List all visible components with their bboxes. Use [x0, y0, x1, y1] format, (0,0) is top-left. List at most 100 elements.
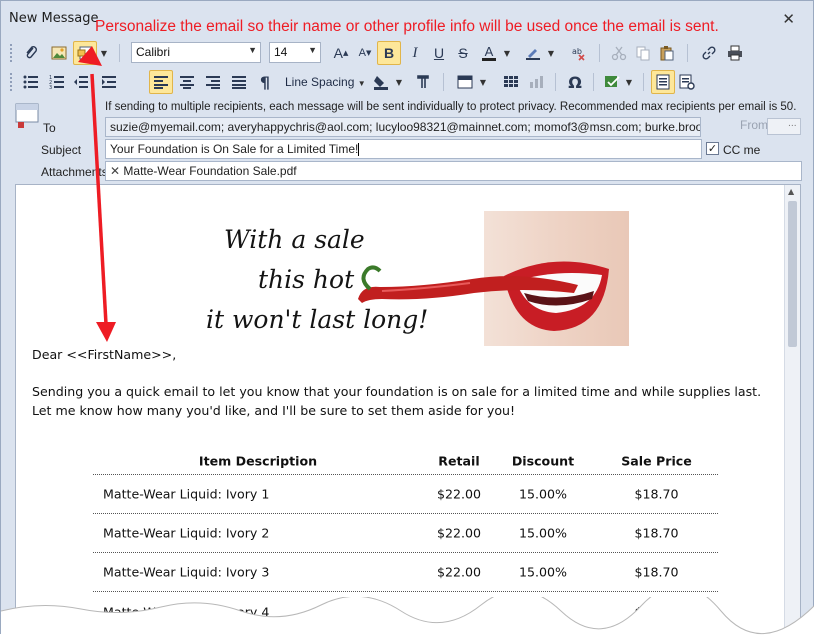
- toolbar-grip: [9, 72, 13, 92]
- table-header-row: Item Description Retail Discount Sale Pr…: [93, 447, 718, 475]
- cc-me-checkbox[interactable]: ✓: [706, 142, 719, 155]
- scroll-up-arrow-icon[interactable]: ▲: [788, 187, 794, 196]
- indent-icon[interactable]: [97, 70, 121, 94]
- sale-price: $18.70: [634, 564, 679, 580]
- banner-line-3: it won't last long!: [206, 305, 429, 334]
- chevron-down-icon[interactable]: ▼: [477, 70, 489, 94]
- page-view-icon[interactable]: [651, 70, 675, 94]
- table-row: Matte-Wear Liquid: Ivory 1 $22.00 15.00%…: [93, 475, 718, 514]
- remove-attachment-icon[interactable]: ✕: [110, 164, 120, 178]
- table-row: Matte-Wear Liquid: Ivory 2 $22.00 15.00%…: [93, 514, 718, 553]
- highlight-icon[interactable]: [521, 41, 545, 65]
- svg-text:3: 3: [49, 85, 52, 89]
- toolbar-separator: [443, 73, 444, 91]
- toolbar-separator: [687, 44, 688, 62]
- chevron-down-icon[interactable]: ▼: [393, 70, 405, 94]
- shading-icon[interactable]: [369, 70, 393, 94]
- link-icon[interactable]: [697, 41, 721, 65]
- discount: 15.00%: [518, 564, 568, 580]
- formatting-toolbar-top: ▼ Calibri ▼ 14 ▼ A ▲ A ▼ B I U S A ▼ ▼ ab: [7, 40, 807, 66]
- sale-banner-image: With a sale this hot it won't last long!: [194, 211, 629, 346]
- bullets-icon[interactable]: [19, 70, 43, 94]
- show-formatting-icon[interactable]: [411, 70, 435, 94]
- vertical-scrollbar[interactable]: ▲: [784, 185, 800, 634]
- body-paragraph: Sending you a quick email to let you kno…: [32, 384, 762, 418]
- justify-icon[interactable]: [227, 70, 251, 94]
- banner-line-2: this hot: [258, 265, 355, 294]
- align-right-icon[interactable]: [201, 70, 225, 94]
- toolbar-separator: [555, 73, 556, 91]
- cut-icon[interactable]: [607, 41, 631, 65]
- toolbar-separator: [119, 44, 120, 62]
- numbering-icon[interactable]: 123: [45, 70, 69, 94]
- chevron-down-icon: ▼: [308, 45, 317, 55]
- retail-price: $22.00: [436, 486, 482, 502]
- recipients-book-icon[interactable]: [15, 103, 40, 130]
- attachment-name[interactable]: Matte-Wear Foundation Sale.pdf: [123, 164, 296, 178]
- print-icon[interactable]: [723, 41, 747, 65]
- outdent-icon[interactable]: [69, 70, 93, 94]
- preview-icon[interactable]: [675, 70, 699, 94]
- cc-me-label: CC me: [723, 143, 761, 157]
- attachments-field: ✕ Matte-Wear Foundation Sale.pdf: [105, 161, 802, 181]
- spellcheck-icon[interactable]: [601, 70, 625, 94]
- chili-pepper-image: [358, 265, 578, 303]
- table-row: Matte-Wear Liquid: Ivory 3 $22.00 15.00%…: [93, 553, 718, 592]
- borders-icon[interactable]: [453, 70, 477, 94]
- column-header: Discount: [511, 453, 575, 468]
- scroll-thumb[interactable]: [788, 201, 797, 347]
- item-description: Matte-Wear Liquid: Ivory 1: [103, 486, 270, 502]
- clear-format-icon[interactable]: ab: [567, 41, 591, 65]
- table-icon[interactable]: [499, 70, 523, 94]
- align-center-icon[interactable]: [175, 70, 199, 94]
- sale-price: $18.70: [634, 486, 679, 502]
- banner-line-1: With a sale: [224, 225, 365, 254]
- to-field[interactable]: suzie@myemail.com; averyhappychris@aol.c…: [105, 117, 701, 137]
- insert-field-icon[interactable]: [73, 41, 97, 65]
- paragraph-marks-icon[interactable]: ¶: [253, 70, 277, 94]
- bold-button[interactable]: B: [377, 41, 401, 65]
- line-spacing-button[interactable]: Line Spacing ▼: [285, 75, 366, 89]
- copy-icon[interactable]: [631, 41, 655, 65]
- font-name-select[interactable]: Calibri ▼: [131, 42, 261, 63]
- svg-text:ab: ab: [572, 47, 582, 56]
- font-size-select[interactable]: 14 ▼: [269, 42, 321, 63]
- from-select[interactable]: ...: [767, 118, 801, 135]
- chart-icon[interactable]: [525, 70, 549, 94]
- retail-price: $22.00: [436, 525, 482, 541]
- underline-button[interactable]: U: [427, 41, 451, 65]
- item-description: Matte-Wear Liquid: Ivory 3: [103, 564, 270, 580]
- insert-image-icon[interactable]: [47, 41, 71, 65]
- chevron-down-icon[interactable]: ▼: [97, 41, 111, 65]
- close-icon[interactable]: ✕: [782, 10, 795, 28]
- grow-font-icon[interactable]: A ▲: [329, 41, 353, 65]
- subject-value: Your Foundation is On Sale for a Limited…: [110, 142, 359, 156]
- paste-icon[interactable]: [655, 41, 679, 65]
- symbol-icon[interactable]: Ω: [563, 70, 587, 94]
- toolbar-separator: [599, 44, 600, 62]
- chevron-down-icon[interactable]: ▼: [545, 41, 557, 65]
- item-description: Matte-Wear Liquid: Ivory 2: [103, 525, 270, 541]
- to-label: To: [43, 121, 56, 135]
- strikethrough-button[interactable]: S: [451, 41, 475, 65]
- chevron-down-icon[interactable]: ▼: [501, 41, 513, 65]
- italic-button[interactable]: I: [403, 41, 427, 65]
- font-color-icon[interactable]: A: [477, 41, 501, 65]
- privacy-notice: If sending to multiple recipients, each …: [105, 101, 797, 113]
- retail-price: $22.00: [436, 564, 482, 580]
- greeting-text: Dear <<FirstName>>,: [32, 347, 177, 362]
- annotation-callout: Personalize the email so their name or o…: [95, 18, 719, 35]
- column-header: Retail: [438, 453, 480, 468]
- subject-field[interactable]: Your Foundation is On Sale for a Limited…: [105, 139, 702, 159]
- attach-icon[interactable]: [19, 41, 43, 65]
- discount: 15.00%: [518, 486, 568, 502]
- formatting-toolbar-bottom: 123 ¶ Line Spacing ▼ ▼ ▼ Ω ▼: [7, 69, 807, 95]
- align-left-icon[interactable]: [149, 70, 173, 94]
- sale-price: $18.70: [634, 525, 679, 541]
- from-value: ...: [788, 119, 797, 129]
- shrink-font-icon[interactable]: A ▼: [353, 41, 377, 65]
- toolbar-separator: [643, 73, 644, 91]
- chevron-down-icon[interactable]: ▼: [623, 70, 635, 94]
- font-size-value: 14: [274, 45, 288, 59]
- chevron-down-icon: ▼: [248, 45, 257, 55]
